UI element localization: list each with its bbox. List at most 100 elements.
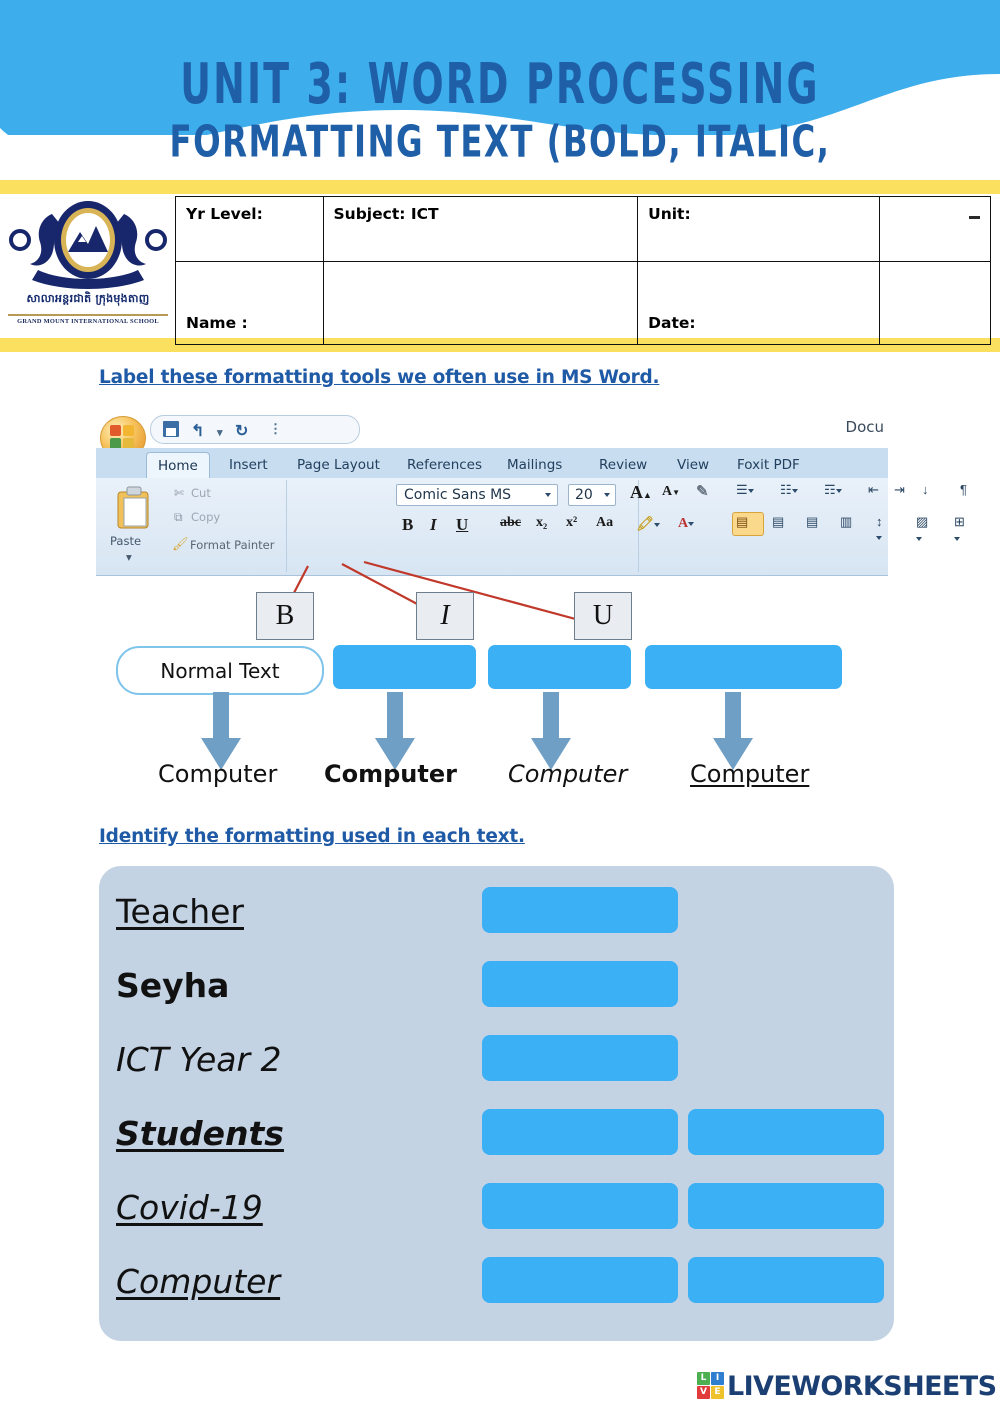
font-color-icon[interactable]: A xyxy=(678,516,695,532)
logo-khmer-text: សាលាអន្តរជាតិ ក្រុងមុងតាញ xyxy=(26,292,150,305)
grow-font-icon[interactable]: A▲ xyxy=(630,482,652,503)
paste-icon[interactable] xyxy=(114,486,154,532)
table-row: Yr Level: Subject: ICT Unit: xyxy=(175,196,991,262)
liveworksheets-logo[interactable]: L I V E LIVEWORKSHEETS xyxy=(697,1369,997,1403)
tab-insert[interactable]: Insert xyxy=(218,452,279,478)
school-crest-icon xyxy=(9,201,167,289)
worksheet-info-table: Yr Level: Subject: ICT Unit: Name : Date… xyxy=(175,196,991,345)
cut-icon[interactable]: ✄ xyxy=(174,486,184,500)
callout-underline-box: U xyxy=(574,592,632,640)
accent-bar-top xyxy=(0,180,1000,194)
line-spacing-icon[interactable]: ↕ xyxy=(876,514,888,544)
shading-icon[interactable]: ▨ xyxy=(916,514,928,545)
tile-v: V xyxy=(697,1386,710,1399)
exercise-text-computer: Computer xyxy=(116,1261,281,1301)
sample-word-bold: Computer xyxy=(324,760,457,788)
tab-view[interactable]: View xyxy=(666,452,720,478)
score-blank-cell xyxy=(879,261,991,345)
answer-field-covid-19-2[interactable] xyxy=(688,1183,884,1229)
sample-word-normal: Computer xyxy=(158,760,278,788)
callout-italic-box: I xyxy=(416,592,474,640)
answer-field-bold[interactable] xyxy=(333,645,476,689)
exercise-row-ict-year-2: ICT Year 2 xyxy=(99,1022,894,1096)
down-arrow-icon xyxy=(375,692,415,770)
cut-label[interactable]: Cut xyxy=(191,486,211,500)
exercise-row-computer: Computer xyxy=(99,1244,894,1318)
answer-field-computer-1[interactable] xyxy=(482,1257,678,1303)
answer-field-students-2[interactable] xyxy=(688,1109,884,1155)
answer-field-ict-year-2-1[interactable] xyxy=(482,1035,678,1081)
underline-button[interactable]: U xyxy=(456,515,468,535)
answer-field-underline[interactable] xyxy=(645,645,842,689)
italic-button[interactable]: I xyxy=(430,515,437,535)
answer-field-italic[interactable] xyxy=(488,645,631,689)
text-highlight-icon[interactable]: 🖍 xyxy=(636,516,660,533)
sort-icon[interactable]: ↓ xyxy=(922,482,929,497)
align-center-icon[interactable]: ▤ xyxy=(772,514,784,530)
liveworksheets-brand-name: LIVEWORKSHEETS xyxy=(727,1371,997,1402)
show-formatting-marks-icon[interactable]: ¶ xyxy=(960,482,967,497)
save-icon[interactable] xyxy=(163,421,179,437)
copy-label[interactable]: Copy xyxy=(191,510,220,524)
tile-e: E xyxy=(711,1386,724,1399)
instruction-label-tools: Label these formatting tools we often us… xyxy=(99,367,660,388)
superscript-button[interactable]: x² xyxy=(566,515,577,531)
undo-icon[interactable]: ↰ xyxy=(191,421,204,441)
down-arrow-icon xyxy=(713,692,753,770)
answer-field-seyha-1[interactable] xyxy=(482,961,678,1007)
tab-review[interactable]: Review xyxy=(588,452,658,478)
tab-page-layout[interactable]: Page Layout xyxy=(286,452,391,478)
paste-label[interactable]: Paste xyxy=(110,534,141,548)
name-blank-cell xyxy=(322,261,639,345)
school-logo: សាលាអន្តរជាតិ ក្រុងមុងតាញ GRAND MOUNT IN… xyxy=(8,196,168,336)
answer-field-students-1[interactable] xyxy=(482,1109,678,1155)
decrease-indent-icon[interactable]: ⇤ xyxy=(868,482,879,498)
font-size-combobox[interactable]: 20 xyxy=(568,484,616,506)
subscript-button[interactable]: x₂ xyxy=(536,515,547,531)
increase-indent-icon[interactable]: ⇥ xyxy=(894,482,905,498)
justify-icon[interactable]: ▥ xyxy=(840,514,852,530)
strikethrough-button[interactable]: abc xyxy=(500,515,521,531)
answer-field-covid-19-1[interactable] xyxy=(482,1183,678,1229)
down-arrow-icon xyxy=(201,692,241,770)
tab-mailings[interactable]: Mailings xyxy=(496,452,573,478)
borders-icon[interactable]: ⊞ xyxy=(954,514,965,545)
name-cell: Name : xyxy=(175,261,324,345)
copy-icon[interactable]: ⧉ xyxy=(174,510,183,525)
answer-field-teacher-1[interactable] xyxy=(482,887,678,933)
identify-exercise-panel: Teacher Seyha ICT Year 2 Students Covid-… xyxy=(99,866,894,1341)
font-name-combobox[interactable]: Comic Sans MS xyxy=(396,484,558,506)
subject-cell: Subject: ICT xyxy=(322,196,639,262)
exercise-text-covid-19: Covid-19 xyxy=(116,1187,263,1227)
exercise-text-students: Students xyxy=(116,1113,284,1153)
quick-access-toolbar[interactable]: ↰ ▾ ↻ ⋮ xyxy=(150,415,360,444)
font-size-value: 20 xyxy=(575,487,593,503)
numbering-icon[interactable]: ☷ xyxy=(780,482,798,498)
exercise-text-teacher: Teacher xyxy=(116,891,245,931)
tab-references[interactable]: References xyxy=(396,452,493,478)
redo-icon[interactable]: ↻ xyxy=(235,421,248,441)
answer-field-computer-2[interactable] xyxy=(688,1257,884,1303)
bold-button[interactable]: B xyxy=(402,515,413,535)
table-row: Name : Date: xyxy=(175,261,991,345)
dropdown-caret-icon[interactable]: ▾ xyxy=(217,426,223,439)
multilevel-list-icon[interactable]: ☶ xyxy=(824,482,842,498)
tab-foxit-pdf[interactable]: Foxit PDF xyxy=(726,452,811,478)
dash-icon xyxy=(969,216,980,219)
change-case-button[interactable]: Aa xyxy=(596,515,613,531)
page-header: UNIT 3: WORD PROCESSING FORMATTING TEXT … xyxy=(0,0,1000,175)
align-right-icon[interactable]: ▤ xyxy=(806,514,818,530)
tab-home[interactable]: Home xyxy=(146,452,210,479)
document-title: Docu xyxy=(845,418,884,436)
sample-word-italic: Computer xyxy=(508,760,628,788)
shrink-font-icon[interactable]: A▼ xyxy=(662,484,680,500)
bullets-icon[interactable]: ☰ xyxy=(736,482,754,498)
page-subtitle: FORMATTING TEXT (BOLD, ITALIC, UNDERLINE… xyxy=(169,117,831,175)
customize-toolbar-icon[interactable]: ⋮ xyxy=(269,421,282,437)
chevron-down-icon[interactable] xyxy=(545,493,551,497)
exercise-row-seyha: Seyha xyxy=(99,948,894,1022)
clear-formatting-icon[interactable]: ✎ xyxy=(696,482,709,501)
chevron-down-icon[interactable] xyxy=(604,493,610,497)
sample-word-underline: Computer xyxy=(690,760,810,788)
date-cell: Date: xyxy=(637,261,881,345)
